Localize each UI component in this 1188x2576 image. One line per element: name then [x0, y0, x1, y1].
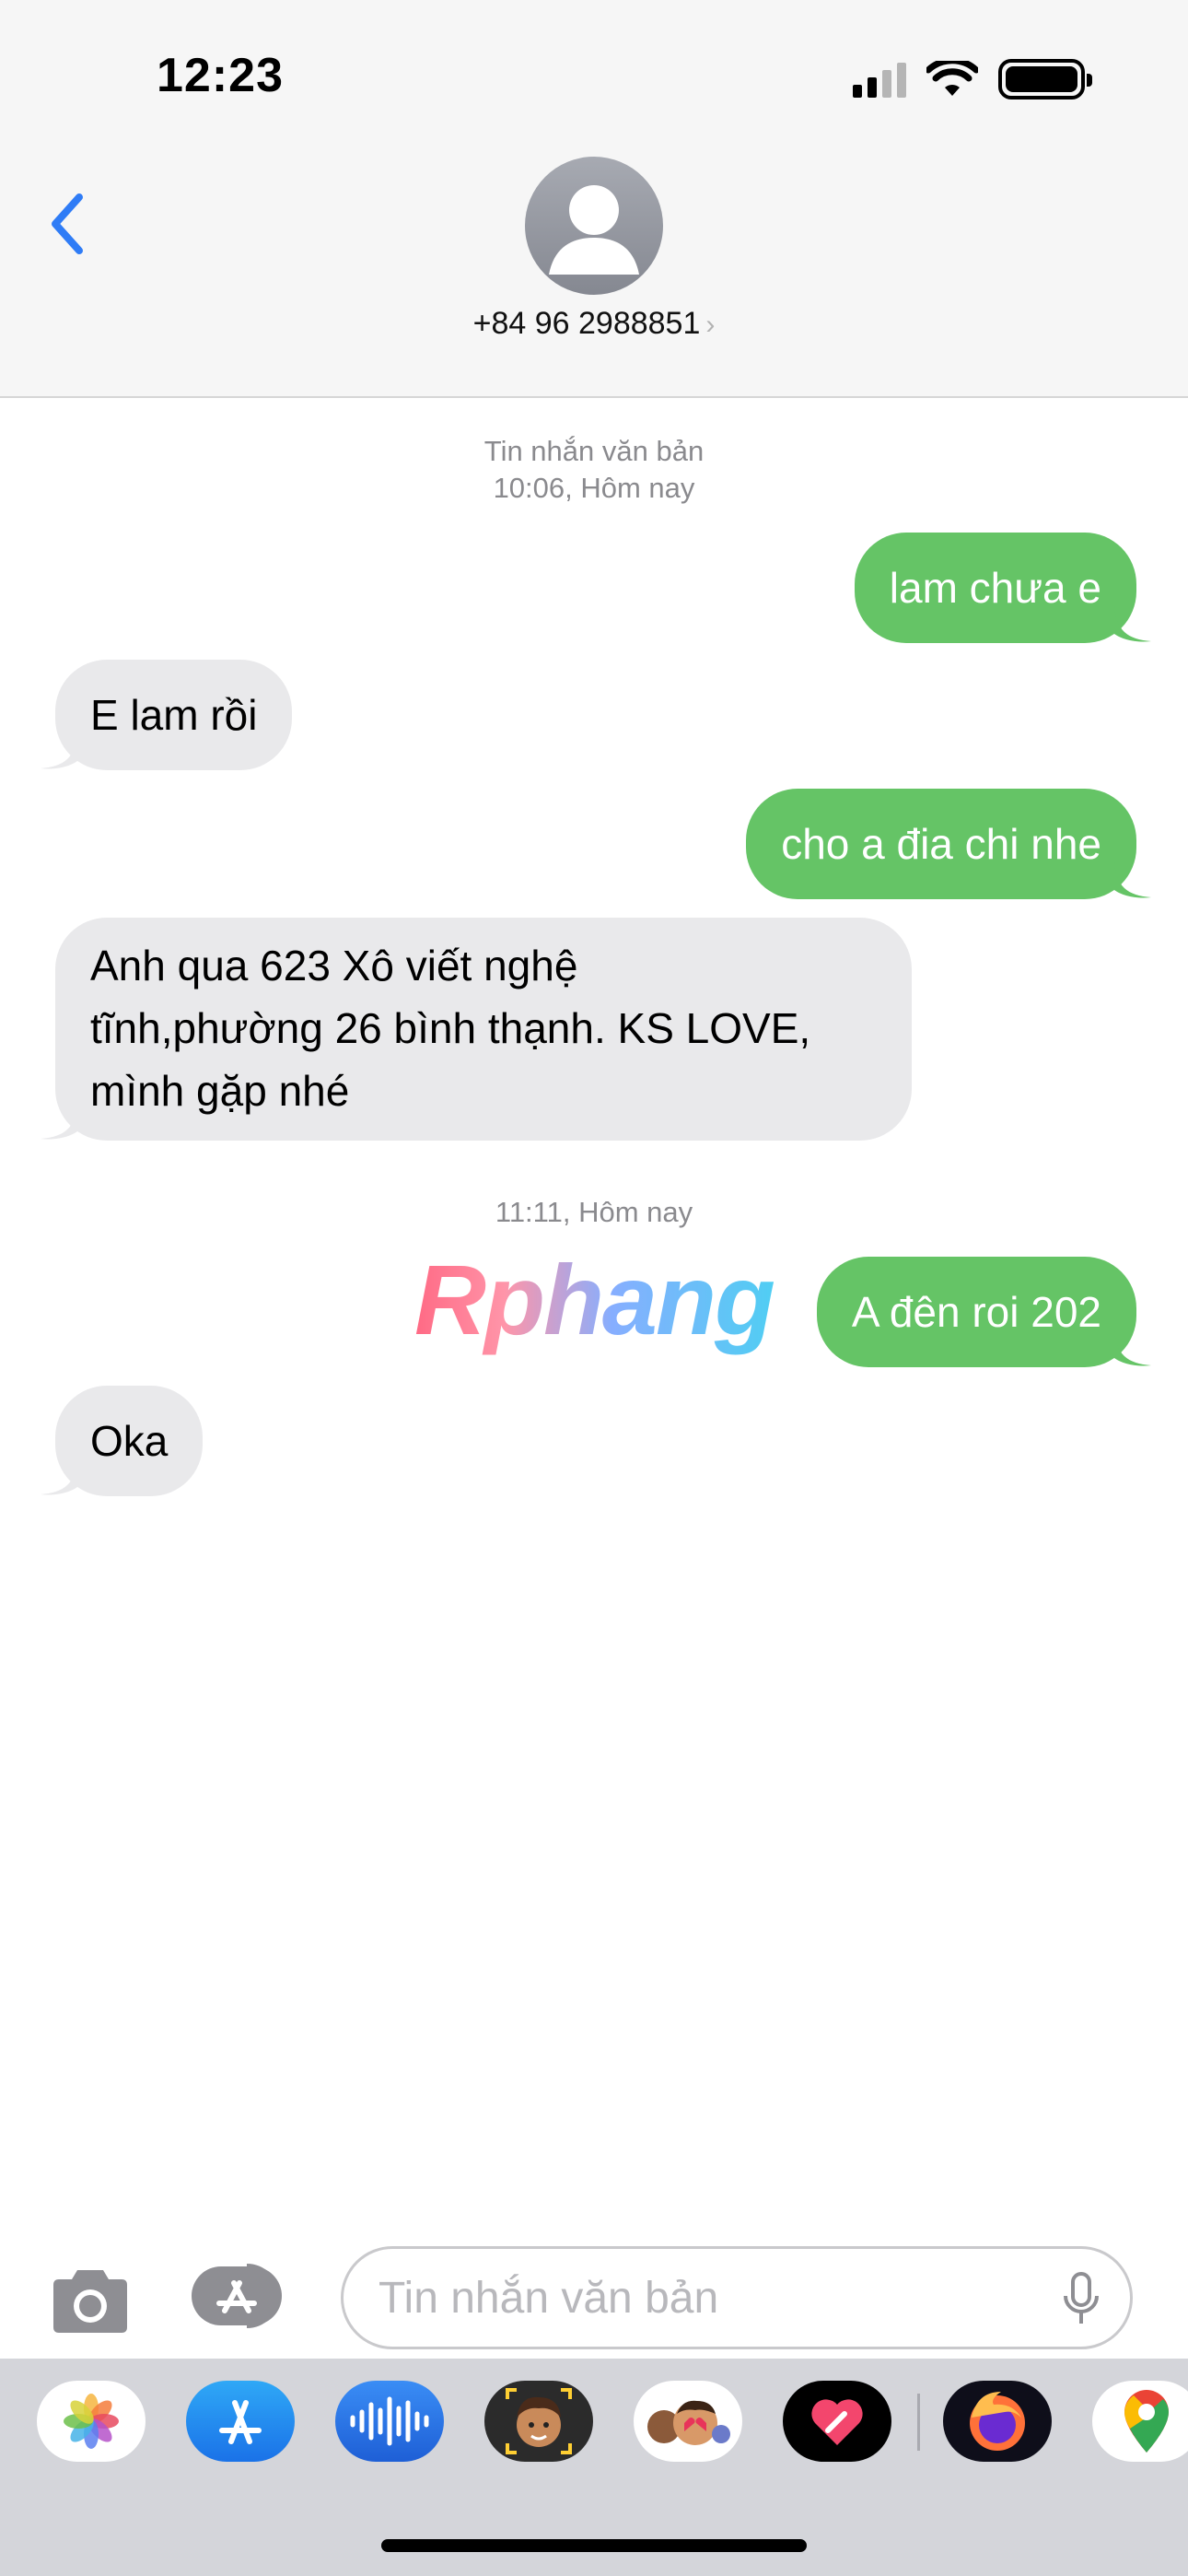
message-type-label: Tin nhắn văn bản: [483, 435, 705, 467]
received-message[interactable]: Anh qua 623 Xô viết nghệ tĩnh,phường 26 …: [41, 918, 912, 1141]
bubble-tail: [1114, 862, 1151, 898]
memoji-app-icon[interactable]: [484, 2381, 593, 2462]
message-text-line: mình gặp nhé: [90, 1067, 350, 1115]
app-store-toggle-icon[interactable]: [192, 2263, 295, 2329]
digital-touch-app-icon[interactable]: [783, 2381, 891, 2462]
battery-icon: [998, 59, 1092, 100]
timestamp-time: 10:06, Hôm nay: [493, 472, 695, 504]
signal-icon: [853, 61, 906, 98]
camera-icon[interactable]: [48, 2266, 133, 2336]
received-message[interactable]: Oka: [41, 1386, 204, 1496]
message-text: Oka: [90, 1417, 169, 1465]
app-store-app-icon[interactable]: [186, 2381, 295, 2462]
message-text: E lam rồi: [90, 691, 258, 739]
home-indicator[interactable]: [381, 2539, 807, 2552]
bubble-tail: [1114, 1330, 1151, 1366]
sent-message[interactable]: cho a đia chi nhe: [746, 789, 1151, 899]
status-time: 12:23: [157, 49, 284, 102]
message-text-field[interactable]: [341, 2246, 1133, 2349]
google-maps-app-icon[interactable]: [1092, 2381, 1188, 2462]
watermark-logo: Rphang: [414, 1244, 775, 1355]
received-message[interactable]: E lam rồi: [41, 660, 293, 770]
message-text: A đên roi 202: [851, 1288, 1101, 1336]
contact-avatar-icon[interactable]: [525, 157, 663, 295]
microphone-icon[interactable]: [1061, 2272, 1101, 2327]
message-text-line: Anh qua 623 Xô viết nghệ: [90, 942, 578, 989]
conversation-header: 12:23 +84 96 2988851 ›: [0, 0, 1188, 398]
photos-app-icon[interactable]: [37, 2381, 146, 2462]
timestamp: Tin nhắn văn bản 10:06, Hôm nay: [0, 433, 1188, 507]
status-icons: [853, 59, 1092, 100]
bubble-tail: [41, 733, 77, 769]
timestamp: 11:11, Hôm nay: [495, 1196, 693, 1228]
bubble-tail: [41, 1459, 77, 1495]
message-text: lam chưa e: [889, 564, 1101, 612]
bubble-tail: [1114, 606, 1151, 642]
bubble-tail: [41, 1104, 77, 1140]
contact-phone-number: +84 96 2988851: [472, 306, 701, 341]
sent-message[interactable]: A đên roi 202: [816, 1257, 1151, 1367]
sent-message[interactable]: lam chưa e: [854, 533, 1151, 643]
message-text-line: tĩnh,phường 26 bình thạnh. KS LOVE,: [90, 1004, 811, 1052]
message-text: cho a đia chi nhe: [781, 820, 1101, 868]
drawer-divider: [917, 2394, 920, 2451]
message-input-bar: [0, 2230, 1188, 2359]
animoji-stickers-app-icon[interactable]: [634, 2381, 742, 2462]
wifi-icon: [926, 61, 978, 96]
contact-name[interactable]: +84 96 2988851 ›: [0, 306, 1188, 342]
audio-message-app-icon[interactable]: [335, 2381, 444, 2462]
back-chevron-icon[interactable]: [42, 192, 98, 256]
chevron-right-icon: ›: [705, 310, 716, 340]
firefox-app-icon[interactable]: [943, 2381, 1052, 2462]
